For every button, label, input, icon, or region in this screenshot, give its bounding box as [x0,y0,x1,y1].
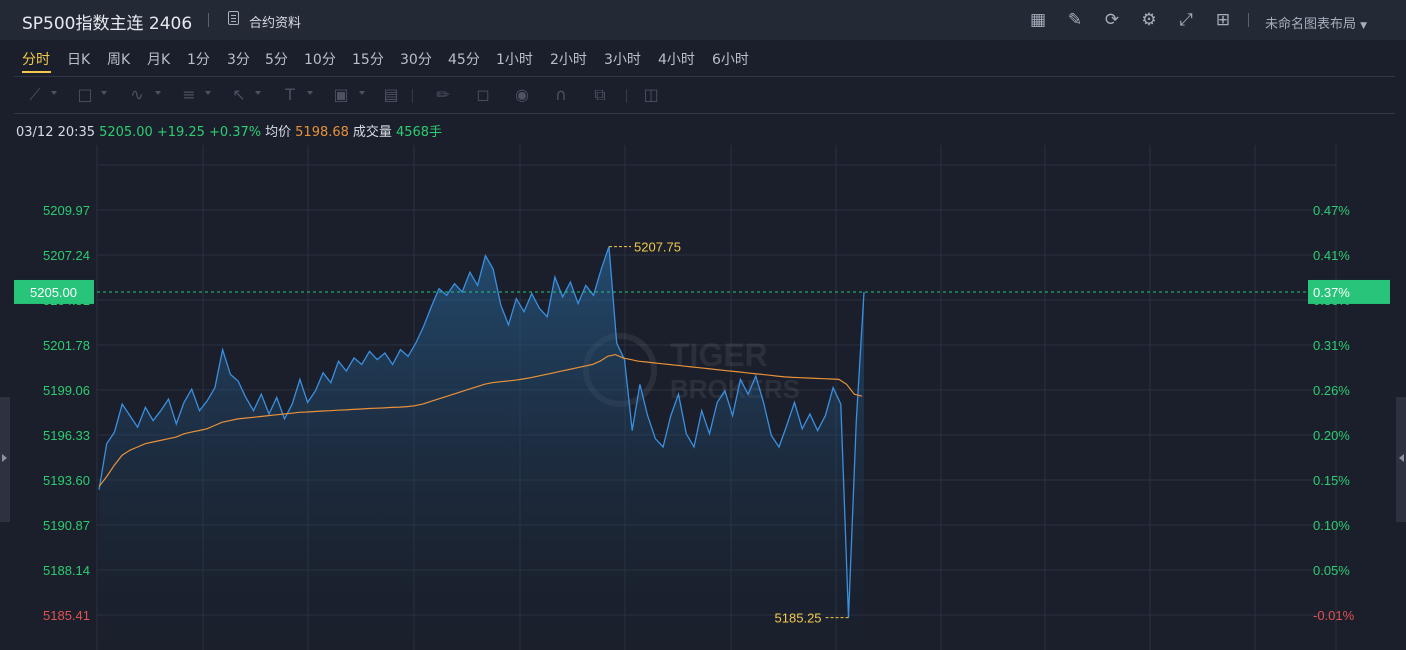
intraday-chart[interactable]: TIGER BROKERS 5209.97 0.47% 5207.24 0.41% 52… [0,0,1406,650]
pct-tick-label: -0.01% [1313,608,1355,623]
price-tick-label: 5209.97 [43,203,90,218]
current-pct-badge-label: 0.37% [1313,285,1350,300]
low-marker-label: 5185.25 [775,611,822,626]
price-tick-label: 5185.41 [43,608,90,623]
watermark-line1: TIGER [670,337,768,373]
price-tick-label: 5201.78 [43,338,90,353]
watermark-line2: BROKERS [670,374,800,404]
pct-tick-label: 0.20% [1313,428,1350,443]
price-tick-label: 5196.33 [43,428,90,443]
pct-tick-label: 0.31% [1313,338,1350,353]
pct-tick-label: 0.41% [1313,248,1350,263]
pct-tick-label: 0.26% [1313,383,1350,398]
pct-tick-label: 0.15% [1313,473,1350,488]
price-tick-label: 5190.87 [43,518,90,533]
price-tick-label: 5188.14 [43,563,90,578]
price-tick-label: 5199.06 [43,383,90,398]
price-tick-label: 5207.24 [43,248,90,263]
high-marker-label: 5207.75 [634,240,681,255]
price-tick-label: 5193.60 [43,473,90,488]
pct-tick-label: 0.05% [1313,563,1350,578]
pct-tick-label: 0.47% [1313,203,1350,218]
pct-tick-label: 0.10% [1313,518,1350,533]
current-price-badge-label: 5205.00 [30,285,77,300]
price-area [99,246,864,650]
